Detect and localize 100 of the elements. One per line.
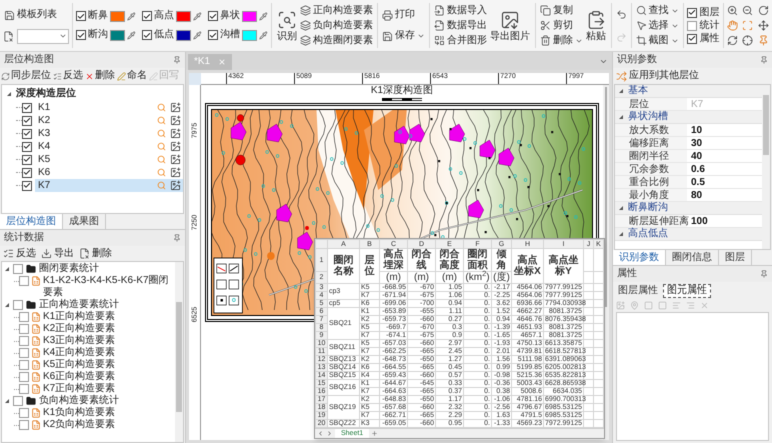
search-icon[interactable]	[157, 129, 166, 138]
scrollbar[interactable]	[762, 85, 770, 249]
zoom-out-icon[interactable]	[742, 5, 754, 16]
checkbox[interactable]	[19, 276, 29, 286]
checkbox[interactable]	[13, 300, 23, 310]
checkbox[interactable]	[76, 11, 86, 21]
property-value[interactable]: 10	[687, 124, 762, 136]
tree-item[interactable]: K2	[35, 114, 183, 127]
select-button[interactable]: 选择	[634, 18, 680, 33]
panel-tool-button[interactable]: 删除	[78, 246, 113, 261]
panel-tool-button[interactable]: 删除	[85, 68, 115, 84]
image-icon[interactable]	[170, 102, 181, 113]
refresh-icon[interactable]	[726, 35, 738, 46]
rotate-icon[interactable]	[758, 5, 770, 16]
checkbox[interactable]	[686, 8, 697, 18]
color-swatch[interactable]	[176, 10, 192, 22]
eyedropper-icon[interactable]	[193, 12, 202, 20]
checkbox[interactable]	[22, 142, 32, 152]
tree-item[interactable]: K2负向构造要素	[43, 419, 175, 431]
expand-icon[interactable]	[618, 231, 624, 237]
tree-item[interactable]: K4正向构造要素	[43, 347, 175, 359]
previous-sheet-icon[interactable]	[317, 430, 324, 437]
merge-button[interactable]: 合并图形	[432, 33, 488, 48]
tree-item[interactable]: K1正向构造要素	[43, 311, 175, 323]
checkbox[interactable]	[208, 11, 218, 21]
panel-tool-button[interactable]: 反选	[2, 246, 37, 261]
property-value[interactable]: 100	[687, 215, 762, 227]
checkbox[interactable]	[76, 30, 86, 40]
checkbox[interactable]	[13, 264, 23, 274]
checkbox[interactable]	[22, 180, 32, 190]
tree-item[interactable]: 圈闭要素统计	[39, 264, 99, 274]
tree-item[interactable]: K3	[35, 127, 183, 140]
checkbox[interactable]	[19, 372, 29, 382]
tree-item[interactable]: K4	[35, 140, 183, 153]
pin-icon[interactable]	[173, 234, 181, 242]
image-icon[interactable]	[170, 141, 181, 152]
recognize-button[interactable]: 识别	[274, 2, 299, 48]
zoom-in-icon[interactable]	[726, 5, 738, 16]
crosshair-icon[interactable]	[742, 35, 754, 46]
tree-item[interactable]: K6	[35, 166, 183, 179]
panel-tab[interactable]: 层位构造图	[0, 214, 63, 229]
copy-button[interactable]: 复制	[538, 3, 584, 18]
hand-icon[interactable]	[726, 20, 738, 31]
expand-icon[interactable]	[618, 114, 624, 120]
trap-elements-button[interactable]: 构造圈闭要素	[298, 33, 374, 48]
tree-root-label[interactable]: 深度构造层位	[16, 89, 76, 99]
save-button[interactable]: 保存	[380, 28, 426, 44]
tree-item[interactable]: K3正向构造要素	[43, 335, 175, 347]
checkbox[interactable]	[22, 128, 32, 138]
property-value[interactable]: 40	[687, 150, 762, 162]
checkbox[interactable]	[19, 408, 29, 418]
tree-item[interactable]: 负向构造要素统计	[39, 396, 119, 406]
checkbox[interactable]	[19, 324, 29, 334]
search-icon[interactable]	[157, 142, 166, 151]
next-sheet-icon[interactable]	[326, 430, 333, 437]
eyedropper-icon[interactable]	[193, 30, 202, 40]
tree-item[interactable]: K1负向构造要素	[43, 407, 175, 419]
eyedropper-icon[interactable]	[127, 12, 136, 20]
find-button[interactable]: 查找	[634, 3, 680, 18]
color-swatch[interactable]	[242, 30, 258, 40]
property-value[interactable]: 30	[687, 137, 762, 149]
property-value[interactable]: 80	[687, 189, 762, 201]
tree-item[interactable]: K1-K2-K3-K4-K5-K6-K7圈闭要素	[43, 275, 175, 299]
checkbox[interactable]	[19, 384, 29, 394]
positive-elements-button[interactable]: 正向构造要素	[298, 3, 374, 18]
eyedropper-icon[interactable]	[259, 30, 268, 40]
checkbox[interactable]	[686, 20, 697, 30]
checkbox[interactable]	[142, 30, 152, 40]
property-value[interactable]: 0.5	[687, 176, 762, 188]
expand-icon[interactable]	[4, 398, 10, 404]
panel-tool-button[interactable]: 导出	[40, 246, 75, 261]
eyedropper-icon[interactable]	[259, 12, 268, 20]
checkbox[interactable]	[19, 312, 29, 322]
checkbox[interactable]	[19, 348, 29, 358]
property-value[interactable]: 0.6	[687, 163, 762, 175]
tree-item[interactable]: K7正向构造要素	[43, 383, 175, 395]
color-swatch[interactable]	[110, 30, 126, 40]
expand-icon[interactable]	[4, 302, 10, 308]
checkbox[interactable]	[22, 116, 32, 126]
caret-icon[interactable]	[599, 57, 608, 66]
search-icon[interactable]	[157, 116, 166, 125]
panel-tab[interactable]: 识别参数	[613, 250, 666, 265]
panel-tab[interactable]: 图元属性	[663, 284, 711, 298]
tree-item[interactable]: 正向构造要素统计	[39, 300, 119, 310]
expand-icon[interactable]	[618, 205, 624, 211]
tree-item[interactable]: K6正向构造要素	[43, 371, 175, 383]
move-icon[interactable]	[758, 20, 770, 31]
negative-elements-button[interactable]: 负向构造要素	[298, 18, 374, 33]
color-swatch[interactable]	[110, 10, 126, 22]
tree-item[interactable]: K5正向构造要素	[43, 359, 175, 371]
checkbox[interactable]	[19, 420, 29, 430]
expand-icon[interactable]	[6, 91, 12, 97]
screenshot-button[interactable]: 截图	[634, 33, 680, 48]
panel-tool-button[interactable]: 命名	[117, 68, 147, 84]
export-image-button[interactable]: 导出图片	[488, 2, 532, 48]
search-icon[interactable]	[157, 103, 166, 112]
pin-icon[interactable]	[760, 270, 768, 278]
pin-icon[interactable]	[760, 56, 768, 64]
checkbox[interactable]	[13, 396, 23, 406]
checkbox[interactable]	[19, 336, 29, 346]
